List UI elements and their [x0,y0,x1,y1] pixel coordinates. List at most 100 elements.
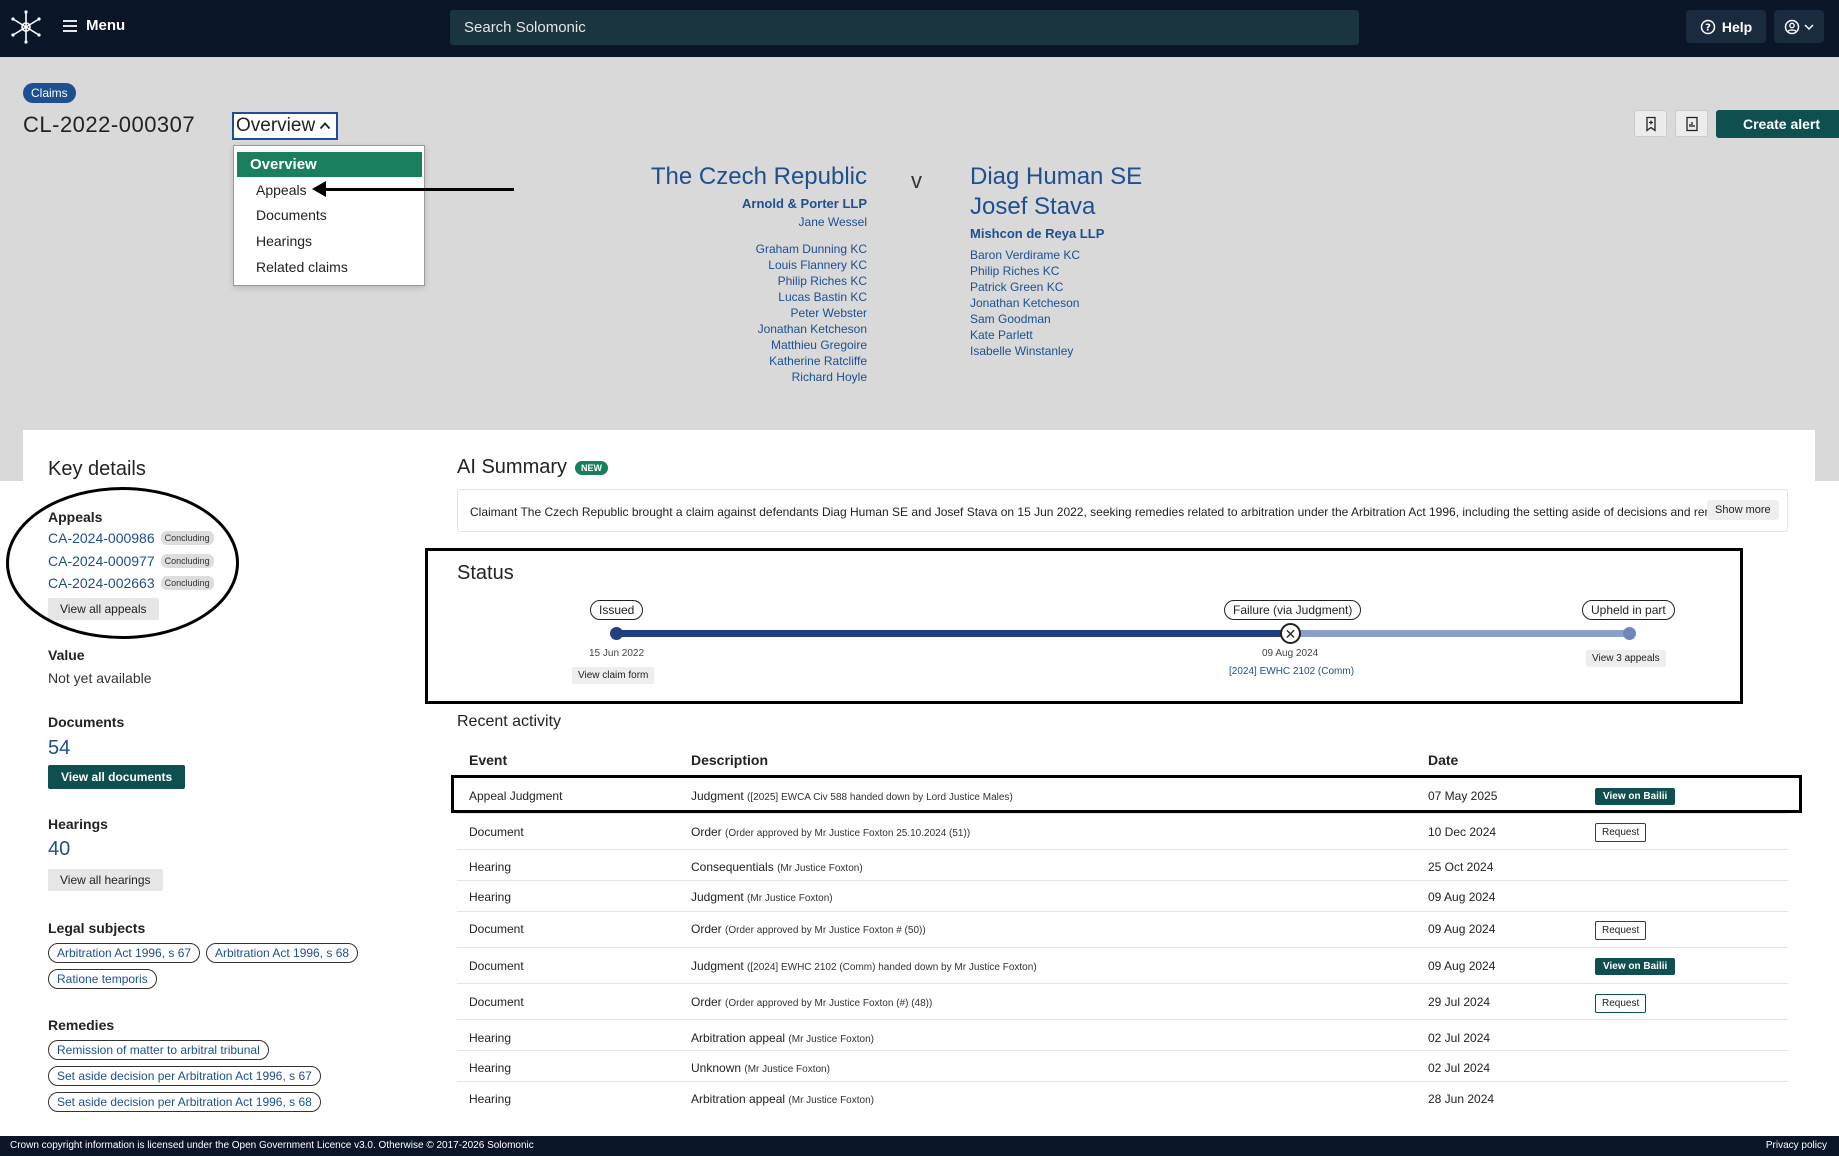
table-row[interactable]: Hearing Judgment (Mr Justice Foxton) 09 … [457,880,1788,911]
description-detail: (Mr Justice Foxton) [777,863,863,874]
claim-id-title: CL-2022-000307 [23,112,196,137]
view-claim-form-button[interactable]: View claim form [572,667,655,684]
claimant-name[interactable]: The Czech Republic [651,162,867,192]
defendant-name[interactable]: Josef Stava [970,192,1142,222]
export-button[interactable] [1675,110,1708,137]
claimant-counsel-list: Graham Dunning KC Louis Flannery KC Phil… [651,241,867,385]
counsel-link[interactable]: Jonathan Ketcheson [970,295,1142,311]
remedy-tag[interactable]: Set aside decision per Arbitration Act 1… [48,1092,321,1112]
table-row[interactable]: Hearing Consequentials (Mr Justice Foxto… [457,849,1788,880]
counsel-link[interactable]: Kate Parlett [970,327,1142,343]
legal-subject-tag[interactable]: Arbitration Act 1996, s 67 [48,943,201,963]
event-cell: Document [469,959,524,973]
event-cell: Document [469,922,524,936]
table-row[interactable]: Document Order (Order approved by Mr Jus… [457,911,1788,947]
description-cell: Unknown (Mr Justice Foxton) [691,1061,830,1075]
column-header-description: Description [691,752,769,768]
counsel-link[interactable]: Katherine Ratcliffe [651,353,867,369]
annotation-row-frame [451,775,1802,813]
counsel-link[interactable]: Louis Flannery KC [651,257,867,273]
judge-link[interactable]: Mr Justice Foxton [954,962,1033,973]
remedy-tag[interactable]: Remission of matter to arbitral tribunal [48,1040,269,1060]
table-row[interactable]: Document Judgment ([2024] EWHC 2102 (Com… [457,947,1788,983]
stage-label-failure: Failure (via Judgment) [1224,600,1362,620]
request-button[interactable]: Request [1595,921,1647,940]
ai-summary-title: AI Summary [457,456,568,478]
table-row[interactable]: Hearing Arbitration appeal (Mr Justice F… [457,1081,1788,1112]
defendant-counsel-list: Baron Verdirame KC Philip Riches KC Patr… [970,247,1142,359]
description-detail: (Mr Justice Foxton) [747,893,833,904]
menu-label: Menu [86,17,126,34]
create-alert-button[interactable]: Create alert [1716,110,1839,138]
hearings-count[interactable]: 40 [48,838,70,861]
date-cell: 28 Jun 2024 [1428,1092,1495,1106]
description-main: Arbitration appeal [691,1031,786,1045]
privacy-policy-link[interactable]: Privacy policy [1766,1140,1827,1151]
description-main: Judgment [691,959,744,973]
dropdown-option-hearings[interactable]: Hearings [256,233,312,249]
defendant-firm[interactable]: Mishcon de Reya LLP [970,226,1142,241]
legal-subject-tag[interactable]: Ratione temporis [48,969,157,989]
table-row[interactable]: Hearing Arbitration appeal (Mr Justice F… [457,1019,1788,1050]
date-cell: 09 Aug 2024 [1428,922,1496,936]
dropdown-option-appeals[interactable]: Appeals [256,182,307,198]
counsel-link[interactable]: Jonathan Ketcheson [651,321,867,337]
table-row[interactable]: Hearing Unknown (Mr Justice Foxton) 02 J… [457,1050,1788,1081]
help-button[interactable]: ? Help [1686,10,1766,43]
request-button[interactable]: Request [1595,994,1647,1013]
counsel-link[interactable]: Graham Dunning KC [651,241,867,257]
request-button[interactable]: Request [1595,823,1647,842]
table-row[interactable]: Document Order (Order approved by Mr Jus… [457,813,1788,849]
ai-summary-heading: AI Summary NEW [457,456,609,479]
view-all-documents-button[interactable]: View all documents [48,765,186,789]
annotation-arrow-head [312,181,326,197]
counsel-link[interactable]: Baron Verdirame KC [970,247,1142,263]
view-appeals-button[interactable]: View 3 appeals [1586,650,1666,667]
event-cell: Hearing [469,890,512,904]
claimant-firm[interactable]: Arnold & Porter LLP [651,196,867,211]
claimant-party: The Czech Republic Arnold & Porter LLP J… [651,162,867,385]
menu-button[interactable]: Menu [62,17,125,34]
value-text: Not yet available [48,670,152,686]
counsel-link[interactable]: Richard Hoyle [651,369,867,385]
defendant-name[interactable]: Diag Human SE [970,162,1142,192]
hearings-label: Hearings [48,816,108,832]
view-dropdown-menu: Overview Appeals Documents Hearings Rela… [233,145,425,286]
stage-dot-issued [610,627,623,640]
description-suffix: ) [1033,962,1037,973]
status-track-pending [1291,630,1629,637]
view-select[interactable]: Overview [232,112,338,140]
view-all-hearings-button[interactable]: View all hearings [48,869,163,891]
dropdown-option-related-claims[interactable]: Related claims [256,259,348,275]
dropdown-option-documents[interactable]: Documents [256,207,327,223]
bookmark-button[interactable] [1634,110,1667,137]
legal-subject-tag[interactable]: Arbitration Act 1996, s 68 [206,943,359,963]
counsel-link[interactable]: Philip Riches KC [651,273,867,289]
search-input[interactable]: Search Solomonic [450,10,1359,45]
counsel-link[interactable]: Matthieu Gregoire [651,337,867,353]
view-on-bailii-button[interactable]: View on Bailii [1595,958,1676,975]
citation-link[interactable]: [2024] EWHC 2102 (Comm) [750,962,875,973]
event-cell: Document [469,995,524,1009]
documents-count[interactable]: 54 [48,737,70,760]
counsel-link[interactable]: Sam Goodman [970,311,1142,327]
description-mid: handed down by [875,962,955,973]
description-detail: (Mr Justice Foxton) [788,1095,874,1106]
event-cell: Hearing [469,1061,512,1075]
counsel-link[interactable]: Peter Webster [651,305,867,321]
stage-dot-upheld [1623,627,1636,640]
judgment-citation-link[interactable]: [2024] EWHC 2102 (Comm) [1229,666,1354,677]
counsel-link[interactable]: Lucas Bastin KC [651,289,867,305]
show-more-button[interactable]: Show more [1707,500,1779,520]
user-menu-button[interactable] [1774,10,1824,43]
solomonic-logo-icon[interactable] [10,10,42,44]
counsel-link[interactable]: Patrick Green KC [970,279,1142,295]
claims-badge[interactable]: Claims [23,83,76,103]
dropdown-option-overview[interactable]: Overview [237,152,422,177]
claimant-solicitor[interactable]: Jane Wessel [651,215,867,229]
counsel-link[interactable]: Philip Riches KC [970,263,1142,279]
table-row[interactable]: Document Order (Order approved by Mr Jus… [457,983,1788,1019]
counsel-link[interactable]: Isabelle Winstanley [970,343,1142,359]
date-cell: 09 Aug 2024 [1428,890,1496,904]
remedy-tag[interactable]: Set aside decision per Arbitration Act 1… [48,1066,321,1086]
